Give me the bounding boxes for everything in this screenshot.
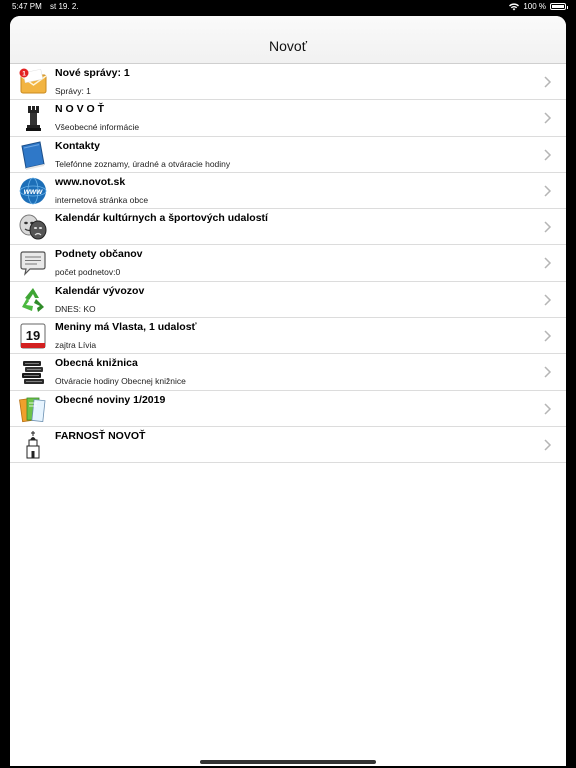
list-item-parish[interactable]: FARNOSŤ NOVOŤ [10, 427, 566, 464]
row-title: www.novot.sk [55, 175, 126, 188]
chevron-right-icon [544, 403, 552, 415]
row-title: N O V O Ť [55, 103, 105, 116]
navigation-bar: Novoť [10, 16, 566, 64]
row-title: Kalendár kultúrnych a športových udalost… [55, 212, 268, 225]
row-title: Obecná knižnica [55, 357, 138, 370]
svg-text:www: www [24, 187, 43, 196]
list-item-name-days[interactable]: 19 Meniny má Vlasta, 1 udalosť zajtra Lí… [10, 318, 566, 355]
row-subtitle: Otváracie hodiny Obecnej knižnice [55, 376, 186, 387]
list-item-contacts[interactable]: Kontakty Telefónne zoznamy, úradné a otv… [10, 137, 566, 173]
chevron-right-icon [544, 257, 552, 270]
list-item-novot-info[interactable]: N O V O Ť Všeobecné informácie [10, 100, 566, 137]
home-indicator[interactable] [200, 760, 376, 764]
wifi-icon [509, 2, 520, 10]
tower-icon [26, 106, 41, 132]
church-icon [26, 430, 40, 459]
recycle-icon [22, 287, 44, 312]
status-bar: 5:47 PM st 19. 2. 100 % [0, 0, 576, 14]
page-title: Novoť [269, 38, 307, 54]
mail-icon: 1 [19, 68, 47, 94]
book-icon [21, 140, 45, 170]
chevron-right-icon [544, 112, 552, 124]
battery-percent: 100 % [523, 2, 546, 11]
row-subtitle: Správy: 1 [55, 86, 91, 96]
battery-icon [550, 3, 568, 10]
list-item-citizen-reports[interactable]: Podnety občanov počet podnetov:0 [10, 245, 566, 282]
row-title: Podnety občanov [55, 248, 143, 261]
chevron-right-icon [544, 439, 552, 451]
row-title: Kontakty [55, 139, 100, 152]
row-subtitle: počet podnetov:0 [55, 267, 121, 278]
row-title: FARNOSŤ NOVOŤ [55, 429, 146, 442]
chevron-right-icon [544, 76, 552, 88]
newspapers-icon [19, 397, 46, 422]
theater-masks-icon [19, 214, 47, 240]
chevron-right-icon [544, 221, 552, 233]
chevron-right-icon [544, 294, 552, 306]
row-title: Kalendár vývozov [55, 284, 145, 297]
chevron-right-icon [544, 366, 552, 378]
row-subtitle: internetová stránka obce [55, 194, 149, 205]
list-item-newspaper[interactable]: Obecné noviny 1/2019 [10, 391, 566, 427]
list-item-library[interactable]: Obecná knižnica Otváracie hodiny Obecnej… [10, 354, 566, 391]
list-item-culture-calendar[interactable]: Kalendár kultúrnych a športových udalost… [10, 209, 566, 246]
row-subtitle: Telefónne zoznamy, úradné a otváracie ho… [55, 158, 231, 169]
www-globe-icon: www [19, 177, 47, 205]
row-title: Meniny má Vlasta, 1 udalosť [55, 321, 197, 334]
row-subtitle: zajtra Lívia [55, 340, 97, 351]
unread-badge: 1 [22, 71, 26, 78]
speech-bubble-icon [20, 251, 46, 277]
row-subtitle: Všeobecné informácie [55, 122, 140, 133]
list-item-messages[interactable]: 1 Nové správy: 1 Správy: 1 [10, 64, 566, 101]
chevron-right-icon [544, 185, 552, 197]
battery-fill [552, 5, 564, 8]
row-subtitle: DNES: KO [55, 303, 96, 314]
chevron-right-icon [544, 149, 552, 161]
calendar-day-number: 19 [26, 328, 40, 343]
books-stack-icon [22, 361, 44, 385]
status-date: st 19. 2. [50, 2, 79, 11]
chevron-right-icon [544, 330, 552, 342]
row-title: Nové správy: 1 [55, 67, 130, 79]
calendar-day-icon: 19 [20, 323, 46, 349]
list-item-website[interactable]: www www.novot.sk internetová stránka obc… [10, 173, 566, 210]
status-time: 5:47 PM [12, 2, 42, 11]
menu-list: 1 Nové správy: 1 Správy: 1 N O V O Ť Vše… [10, 64, 566, 464]
app-sheet: Novoť 1 Nové správy: 1 Správy: 1 N O V O… [10, 16, 566, 766]
list-item-waste-calendar[interactable]: Kalendár vývozov DNES: KO [10, 282, 566, 319]
row-title: Obecné noviny 1/2019 [55, 393, 166, 406]
